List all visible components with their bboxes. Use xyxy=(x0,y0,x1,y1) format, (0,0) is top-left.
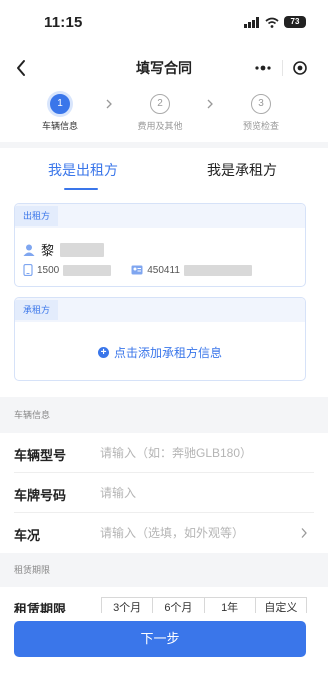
status-bar: 11:15 73 xyxy=(0,0,328,44)
lessor-name-row: 黎 xyxy=(23,240,105,259)
lessor-id-number: 450411 xyxy=(147,264,180,276)
status-icons: 73 xyxy=(244,16,306,28)
phone-icon xyxy=(23,264,33,276)
nav-bar: 填写合同 xyxy=(0,48,328,88)
step-vehicle-info: 1 车辆信息 xyxy=(20,94,100,132)
next-step-button[interactable]: 下一步 xyxy=(14,621,306,657)
tab-underline xyxy=(64,188,98,190)
page-title: 填写合同 xyxy=(136,60,192,76)
bottom-bar: 下一步 xyxy=(0,613,328,673)
step-chevron-icon xyxy=(106,99,112,109)
plus-circle-icon: + xyxy=(97,347,109,358)
step-label: 车辆信息 xyxy=(41,121,78,131)
step-chevron-icon xyxy=(207,99,213,109)
vehicle-condition-row[interactable]: 车况 xyxy=(0,513,328,553)
add-lessee-label: 点击添加承租方信息 xyxy=(113,346,222,360)
step-indicator: 1 车辆信息 2 费用及其他 3 预览检查 xyxy=(0,94,328,138)
vehicle-model-label: 车辆型号 xyxy=(14,448,67,463)
plate-number-input[interactable] xyxy=(100,483,290,503)
step-number: 3 xyxy=(251,94,271,114)
step-preview: 3 预览检查 xyxy=(221,94,301,132)
lessor-contact-row: 1500 450411 xyxy=(23,264,252,276)
plate-number-row: 车牌号码 xyxy=(0,473,328,513)
close-target-icon[interactable] xyxy=(292,60,308,76)
step-label: 费用及其他 xyxy=(137,121,183,131)
step-label: 预览检查 xyxy=(242,121,279,131)
status-time: 11:15 xyxy=(44,13,83,31)
back-arrow-icon[interactable] xyxy=(10,56,34,80)
tab-lessee[interactable]: 我是承租方 xyxy=(207,160,277,180)
vehicle-model-input[interactable] xyxy=(100,443,290,463)
wifi-icon xyxy=(265,17,279,28)
card-header: 承租方 xyxy=(15,298,305,322)
section-divider xyxy=(0,142,328,148)
add-lessee-button[interactable]: + 点击添加承租方信息 xyxy=(15,344,305,361)
person-icon xyxy=(23,244,35,256)
role-tabs: 我是出租方 我是承租方 xyxy=(0,150,328,194)
lessor-name: 黎 xyxy=(41,243,55,258)
vehicle-model-row: 车辆型号 xyxy=(0,433,328,473)
chevron-right-icon xyxy=(301,528,307,538)
step-fees: 2 费用及其他 xyxy=(120,94,200,132)
battery-icon: 73 xyxy=(284,16,306,28)
tab-lessor[interactable]: 我是出租方 xyxy=(48,160,118,180)
card-header: 出租方 xyxy=(15,204,305,228)
vehicle-condition-label: 车况 xyxy=(14,528,41,543)
redacted-id xyxy=(183,264,252,276)
redacted-phone xyxy=(63,264,112,276)
more-icon[interactable] xyxy=(253,64,273,72)
rent-section-title: 租赁期限 xyxy=(0,553,328,587)
lessee-tag: 承租方 xyxy=(15,300,59,320)
vehicle-section-title: 车辆信息 xyxy=(0,397,328,433)
capsule-divider xyxy=(281,60,283,76)
step-number: 2 xyxy=(150,94,170,114)
redacted-name xyxy=(60,242,105,257)
id-card-icon xyxy=(131,265,143,275)
lessor-tag: 出租方 xyxy=(15,206,59,226)
miniprogram-capsule xyxy=(242,54,318,82)
lessee-card: 承租方 + 点击添加承租方信息 xyxy=(14,297,306,381)
lessor-card[interactable]: 出租方 黎 1500 450411 xyxy=(14,203,306,287)
lessor-phone: 1500 xyxy=(37,264,60,276)
vehicle-condition-input[interactable] xyxy=(100,523,290,543)
step-number: 1 xyxy=(50,94,70,114)
plate-number-label: 车牌号码 xyxy=(14,488,67,503)
signal-icon xyxy=(244,16,259,28)
